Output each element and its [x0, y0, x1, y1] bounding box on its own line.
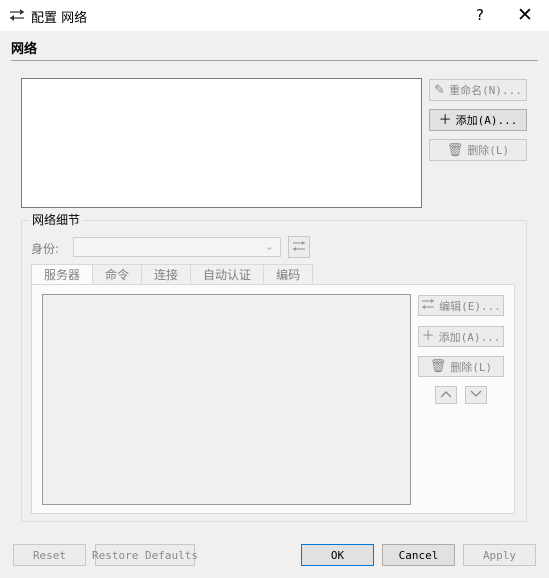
network-list[interactable]: [21, 78, 422, 208]
delete-server-button[interactable]: 🗑 删除(L): [418, 356, 504, 377]
move-up-button[interactable]: [435, 386, 457, 404]
tab-servers[interactable]: 服务器: [31, 264, 94, 286]
tab-commands[interactable]: 命令: [92, 264, 143, 285]
delete-server-button-label: 删除(L): [450, 360, 493, 374]
delete-network-button-label: 删除(L): [467, 144, 510, 157]
restore-defaults-button[interactable]: Restore Defaults: [92, 544, 198, 566]
section-title: 网络: [11, 42, 38, 57]
plus-icon: ＋: [421, 329, 435, 344]
sliders-icon: [9, 8, 25, 22]
trash-icon: 🗑: [446, 142, 464, 158]
identity-select[interactable]: ⌄: [73, 237, 281, 257]
move-down-button[interactable]: [465, 386, 487, 404]
sliders-icon: [292, 240, 306, 255]
network-details-label: 网络细节: [29, 211, 84, 228]
details-tabs: 服务器 命令 连接 自动认证 编码: [31, 264, 314, 286]
chevron-up-icon: [440, 390, 452, 401]
add-network-button-label: 添加(A)...: [455, 114, 518, 127]
edit-server-button-label: 编辑(E)...: [439, 299, 501, 313]
ok-button[interactable]: OK: [301, 544, 374, 566]
section-divider: [11, 60, 538, 61]
chevron-down-icon: ⌄: [264, 240, 274, 253]
delete-network-button[interactable]: 🗑 删除(L): [429, 139, 527, 161]
chevron-down-icon: [470, 390, 482, 401]
edit-server-button[interactable]: 编辑(E)...: [418, 295, 504, 316]
help-button[interactable]: ?: [466, 3, 494, 27]
rename-button-label: 重命名(N)...: [449, 84, 522, 97]
identity-edit-button[interactable]: [288, 236, 310, 258]
trash-icon: 🗑: [429, 359, 447, 374]
window-title: 配置 网络: [31, 11, 88, 26]
reset-button[interactable]: Reset: [13, 544, 86, 566]
apply-button[interactable]: Apply: [463, 544, 536, 566]
rename-button[interactable]: ✎ 重命名(N)...: [429, 79, 527, 101]
close-button[interactable]: ✕: [510, 3, 540, 27]
sliders-icon: [421, 298, 435, 313]
plus-icon: ＋: [438, 112, 452, 128]
tab-encoding[interactable]: 编码: [263, 264, 314, 285]
add-server-button-label: 添加(A)...: [438, 330, 501, 344]
pencil-icon: ✎: [434, 82, 446, 98]
add-network-button[interactable]: ＋ 添加(A)...: [429, 109, 527, 131]
server-list[interactable]: [42, 294, 411, 505]
identity-label: 身份:: [31, 242, 60, 256]
tab-auto-auth[interactable]: 自动认证: [190, 264, 265, 285]
add-server-button[interactable]: ＋ 添加(A)...: [418, 326, 504, 347]
tab-connection[interactable]: 连接: [141, 264, 192, 285]
cancel-button[interactable]: Cancel: [382, 544, 455, 566]
